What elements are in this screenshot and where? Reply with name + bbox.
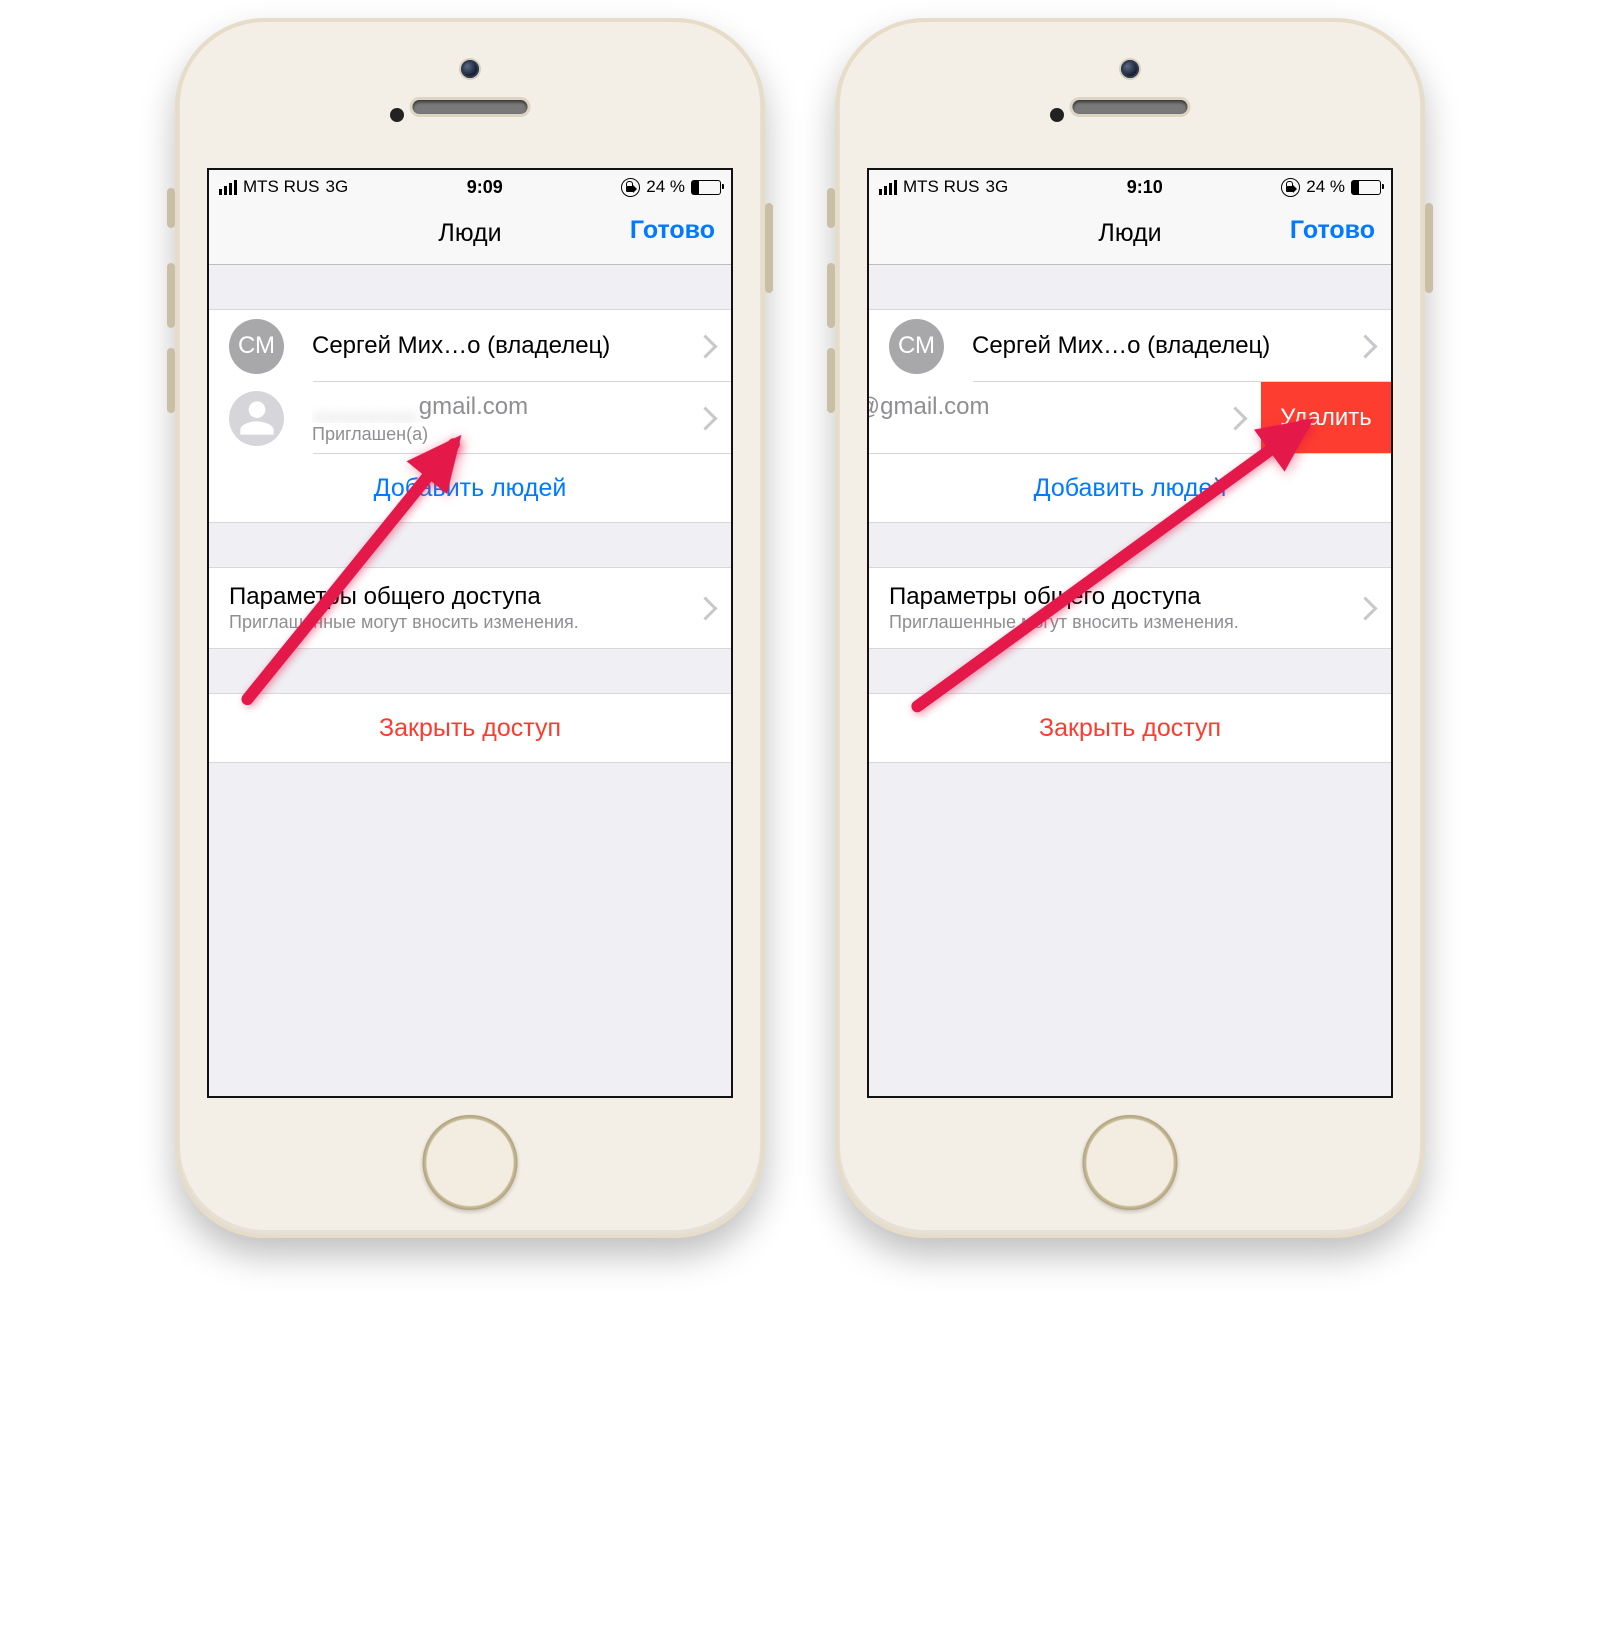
owner-row[interactable]: СМ Сергей Мих…о (владелец)	[209, 310, 731, 382]
nav-bar: Люди Готово	[209, 202, 731, 265]
camera-icon	[1121, 60, 1139, 78]
mute-switch[interactable]	[827, 188, 835, 228]
params-group: Параметры общего доступа Приглашенные мо…	[869, 567, 1391, 649]
sensor-icon	[390, 108, 404, 122]
close-sharing-button[interactable]: Закрыть доступ	[209, 694, 731, 762]
home-button[interactable]	[1083, 1115, 1178, 1210]
invitee-status: Приглашен(а)	[312, 424, 685, 445]
params-title: Параметры общего доступа	[889, 583, 1345, 611]
battery-percent: 24 %	[1306, 177, 1345, 197]
volume-up-button[interactable]	[167, 263, 175, 328]
speaker-icon	[413, 100, 528, 114]
chevron-right-icon	[697, 596, 711, 620]
screen: MTS RUS 3G 9:09 24 % Люди Готово	[207, 168, 733, 1098]
clock: 9:10	[1127, 177, 1163, 198]
volume-down-button[interactable]	[167, 348, 175, 413]
chevron-right-icon	[1357, 596, 1371, 620]
close-group: Закрыть доступ	[209, 693, 731, 763]
power-button[interactable]	[765, 203, 773, 293]
status-bar: MTS RUS 3G 9:10 24 %	[869, 170, 1391, 202]
delete-button[interactable]: Удалить	[1261, 382, 1391, 454]
done-button[interactable]: Готово	[630, 216, 715, 245]
params-title: Параметры общего доступа	[229, 583, 685, 611]
owner-row[interactable]: СМ Сергей Мих…о (владелец)	[869, 310, 1391, 382]
battery-icon	[1351, 180, 1381, 195]
phone-left: MTS RUS 3G 9:09 24 % Люди Готово	[175, 18, 765, 1625]
done-button[interactable]: Готово	[1290, 216, 1375, 245]
invitee-status: Приглашен(а)	[869, 424, 1215, 445]
mute-switch[interactable]	[167, 188, 175, 228]
page-title: Люди	[1098, 219, 1161, 248]
owner-name: Сергей Мих…о (владелец)	[312, 330, 685, 361]
status-bar: MTS RUS 3G 9:09 24 %	[209, 170, 731, 202]
battery-icon	[691, 180, 721, 195]
close-group: Закрыть доступ	[869, 693, 1391, 763]
params-subtitle: Приглашенные могут вносить изменения.	[889, 612, 1345, 633]
speaker-icon	[1073, 100, 1188, 114]
carrier-label: MTS RUS	[243, 177, 320, 197]
close-sharing-button[interactable]: Закрыть доступ	[869, 694, 1391, 762]
battery-percent: 24 %	[646, 177, 685, 197]
signal-icon	[879, 180, 897, 195]
chevron-right-icon	[1227, 406, 1241, 430]
avatar	[229, 391, 284, 446]
add-people-button[interactable]: Добавить людей	[209, 454, 731, 522]
camera-icon	[461, 60, 479, 78]
invitee-email: ________gmail.com	[312, 391, 685, 422]
owner-name: Сергей Мих…о (владелец)	[972, 330, 1345, 361]
avatar: СМ	[889, 319, 944, 374]
params-subtitle: Приглашенные могут вносить изменения.	[229, 612, 685, 633]
chevron-right-icon	[697, 406, 711, 430]
chevron-right-icon	[1357, 334, 1371, 358]
rotation-lock-icon	[1281, 178, 1300, 197]
sensor-icon	[1050, 108, 1064, 122]
sharing-settings-row[interactable]: Параметры общего доступа Приглашенные мо…	[209, 568, 731, 648]
network-label: 3G	[326, 177, 349, 197]
home-button[interactable]	[423, 1115, 518, 1210]
params-group: Параметры общего доступа Приглашенные мо…	[209, 567, 731, 649]
phone-right: MTS RUS 3G 9:10 24 % Люди Готово	[835, 18, 1425, 1625]
rotation-lock-icon	[621, 178, 640, 197]
sharing-settings-row[interactable]: Параметры общего доступа Приглашенные мо…	[869, 568, 1391, 648]
volume-down-button[interactable]	[827, 348, 835, 413]
people-list: СМ Сергей Мих…о (владелец)	[869, 309, 1391, 523]
screen: MTS RUS 3G 9:10 24 % Люди Готово	[867, 168, 1393, 1098]
carrier-label: MTS RUS	[903, 177, 980, 197]
invitee-row-swiped[interactable]: ________@gmail.com Приглашен(а) Удалить	[869, 382, 1391, 454]
nav-bar: Люди Готово	[869, 202, 1391, 265]
chevron-right-icon	[697, 334, 711, 358]
network-label: 3G	[986, 177, 1009, 197]
page-title: Люди	[438, 219, 501, 248]
invitee-email: ________@gmail.com	[869, 391, 1215, 422]
signal-icon	[219, 180, 237, 195]
power-button[interactable]	[1425, 203, 1433, 293]
invitee-row[interactable]: ________gmail.com Приглашен(а)	[209, 382, 731, 454]
clock: 9:09	[467, 177, 503, 198]
volume-up-button[interactable]	[827, 263, 835, 328]
add-people-button[interactable]: Добавить людей	[869, 454, 1391, 522]
people-list: СМ Сергей Мих…о (владелец)	[209, 309, 731, 523]
avatar: СМ	[229, 319, 284, 374]
